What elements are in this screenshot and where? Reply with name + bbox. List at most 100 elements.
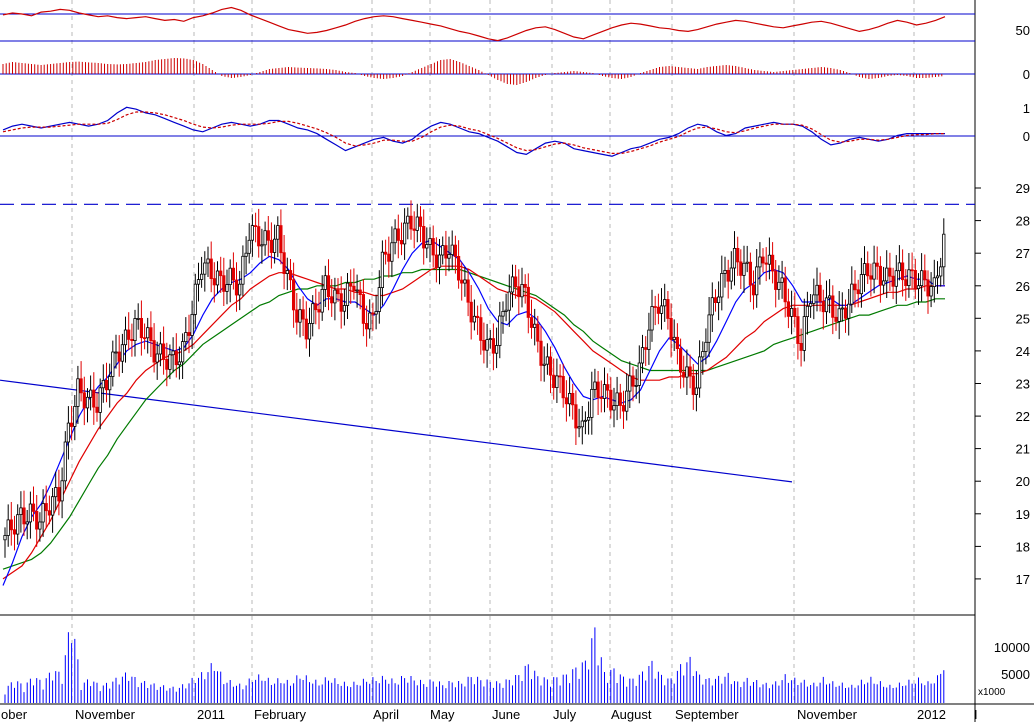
candle-body xyxy=(269,239,274,253)
candle-body xyxy=(745,261,749,264)
candle-body xyxy=(73,405,77,427)
candle-body xyxy=(393,228,397,244)
candle-body xyxy=(428,238,432,245)
candle-body xyxy=(336,289,340,295)
candle-body xyxy=(923,270,927,281)
candle-body xyxy=(314,303,318,311)
candle-body xyxy=(761,256,765,264)
candle-body xyxy=(247,239,251,254)
candle-body xyxy=(523,283,527,288)
candle-body xyxy=(412,228,416,231)
candle-body xyxy=(437,254,442,268)
candle-body xyxy=(539,340,543,366)
candle-body xyxy=(802,316,806,351)
candle-body xyxy=(580,420,584,428)
candle-body xyxy=(574,404,578,429)
candle-body xyxy=(501,310,505,317)
x-axis: ober November 2011 February April May Ju… xyxy=(1,707,978,722)
candle-body xyxy=(878,265,883,286)
support-trendline xyxy=(0,379,793,483)
candle-body xyxy=(669,317,673,340)
candle-body xyxy=(288,270,293,281)
price-tick-label: 26 xyxy=(1016,279,1030,294)
candle-body xyxy=(568,392,572,405)
candle-body xyxy=(853,283,857,291)
candle-body xyxy=(415,216,419,231)
candle-body xyxy=(260,244,264,247)
candle-body xyxy=(672,336,676,340)
candle-body xyxy=(250,225,254,241)
candle-body xyxy=(89,389,93,398)
candle-body xyxy=(206,258,210,264)
candle-body xyxy=(555,375,559,388)
candle-body xyxy=(694,387,699,395)
candle-body xyxy=(425,244,429,249)
candle-body xyxy=(444,245,448,259)
candle-body xyxy=(326,275,331,298)
candle-body xyxy=(241,255,245,285)
candle-body xyxy=(209,258,213,280)
candle-body xyxy=(755,266,759,296)
candle-body xyxy=(637,362,641,386)
candle-body xyxy=(28,503,33,523)
candle-body xyxy=(266,230,270,241)
candle-body xyxy=(304,318,308,340)
candle-body xyxy=(742,262,746,276)
candle-body xyxy=(529,317,534,328)
candle-body xyxy=(139,317,143,339)
candle-body xyxy=(349,282,353,287)
candle-body xyxy=(222,275,226,292)
candle-body xyxy=(736,247,740,263)
month-label: April xyxy=(373,707,399,722)
candle-body xyxy=(383,251,388,255)
candle-body xyxy=(552,374,556,389)
candle-body xyxy=(790,307,794,317)
candle-body xyxy=(812,294,816,304)
macd-histogram-panel xyxy=(0,58,975,85)
candle-body xyxy=(272,238,277,253)
candle-body xyxy=(720,272,724,298)
candle-body xyxy=(840,307,844,310)
candle-body xyxy=(19,507,23,515)
candle-body xyxy=(6,519,10,536)
candle-body xyxy=(130,338,134,341)
candle-body xyxy=(875,262,879,267)
candle-body xyxy=(184,332,188,343)
candle-body xyxy=(234,279,239,296)
candle-body xyxy=(257,226,261,247)
candle-body xyxy=(628,375,632,392)
candle-body xyxy=(732,247,737,269)
candle-body xyxy=(536,323,540,342)
volume-unit-label: x1000 xyxy=(978,687,1006,698)
candle-body xyxy=(872,262,876,280)
candle-body xyxy=(713,297,718,304)
macd-tick-label: 1 xyxy=(1023,101,1030,116)
candle-body xyxy=(342,305,347,312)
candle-body xyxy=(894,270,898,287)
month-label: July xyxy=(553,707,577,722)
candle-body xyxy=(596,381,600,398)
candle-body xyxy=(361,294,366,324)
candle-body xyxy=(821,300,825,313)
candle-body xyxy=(758,256,762,268)
candle-body xyxy=(485,339,489,351)
price-tick-label: 28 xyxy=(1016,214,1030,229)
candle-body xyxy=(165,358,169,370)
candle-body xyxy=(656,306,661,314)
candle-body xyxy=(548,356,553,376)
candle-body xyxy=(602,384,607,399)
candle-body xyxy=(374,311,378,315)
candle-body xyxy=(634,384,638,387)
candle-body xyxy=(263,230,267,246)
candle-body xyxy=(691,375,695,395)
candle-body xyxy=(726,269,730,282)
candle-body xyxy=(244,252,248,257)
candle-body xyxy=(456,255,461,281)
candle-body xyxy=(35,510,39,530)
candle-body xyxy=(330,296,334,304)
volume-tick-label: 10000 xyxy=(994,640,1030,655)
candle-body xyxy=(606,384,610,391)
candle-body xyxy=(301,309,305,320)
candle-body xyxy=(710,297,714,316)
candle-body xyxy=(577,426,581,429)
